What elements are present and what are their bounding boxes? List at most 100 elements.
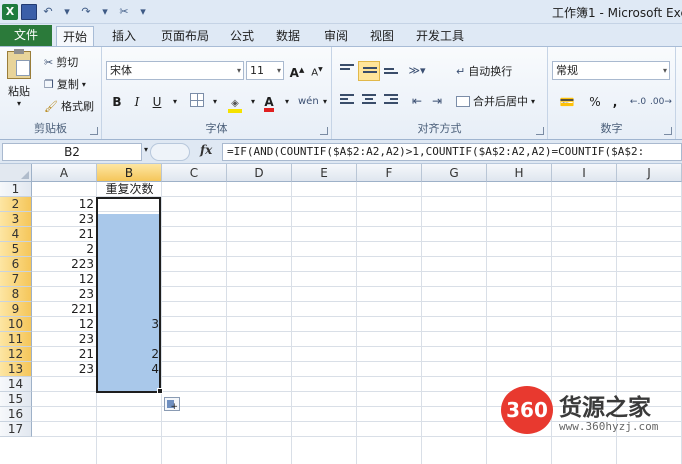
phonetic-button[interactable]: wén bbox=[298, 93, 319, 111]
cell-a13[interactable]: 23 bbox=[32, 362, 97, 377]
cell-a4[interactable]: 21 bbox=[32, 227, 97, 242]
border-dropdown-icon[interactable]: ▾ bbox=[206, 93, 224, 111]
redo-dropdown-icon[interactable]: ▾ bbox=[97, 4, 113, 20]
accounting-format-button[interactable]: 💳 bbox=[554, 93, 580, 111]
name-box-dropdown-icon[interactable]: ▾ bbox=[144, 145, 148, 154]
align-middle-button[interactable] bbox=[358, 61, 380, 81]
cut-button[interactable]: ✂ 剪切 bbox=[44, 53, 78, 71]
cell-a7[interactable]: 12 bbox=[32, 272, 97, 287]
row-header-17[interactable]: 17 bbox=[0, 422, 32, 437]
tab-insert[interactable]: 插入 bbox=[106, 26, 142, 46]
name-box[interactable]: B2 bbox=[2, 143, 142, 161]
formula-bar-resize-icon[interactable] bbox=[150, 143, 190, 161]
align-center-button[interactable] bbox=[358, 91, 380, 111]
undo-dropdown-icon[interactable]: ▾ bbox=[59, 4, 75, 20]
select-all-corner[interactable] bbox=[0, 164, 32, 182]
clipboard-launcher-icon[interactable] bbox=[90, 127, 98, 135]
underline-dropdown-icon[interactable]: ▾ bbox=[166, 93, 184, 111]
column-header-h[interactable]: H bbox=[487, 164, 552, 182]
underline-button[interactable]: U bbox=[148, 93, 166, 111]
cell-b4[interactable] bbox=[97, 227, 162, 242]
row-header-10[interactable]: 10 bbox=[0, 317, 32, 332]
cell-a2[interactable]: 12 bbox=[32, 197, 97, 212]
cell-a10[interactable]: 12 bbox=[32, 317, 97, 332]
format-painter-button[interactable]: 🖌 格式刷 bbox=[44, 97, 94, 115]
number-launcher-icon[interactable] bbox=[664, 127, 672, 135]
autofill-options-icon[interactable] bbox=[164, 397, 180, 412]
shrink-font-button[interactable]: A▼ bbox=[308, 61, 326, 79]
insert-function-icon[interactable]: fx bbox=[200, 143, 212, 157]
tab-review[interactable]: 审阅 bbox=[318, 26, 354, 46]
row-header-16[interactable]: 16 bbox=[0, 407, 32, 422]
formula-input[interactable]: =IF(AND(COUNTIF($A$2:A2,A2)>1,COUNTIF($A… bbox=[222, 143, 682, 161]
cell-a9[interactable]: 221 bbox=[32, 302, 97, 317]
column-header-e[interactable]: E bbox=[292, 164, 357, 182]
copy-button[interactable]: ❐ 复制 ▾ bbox=[44, 75, 86, 93]
border-button[interactable] bbox=[188, 93, 206, 111]
wrap-text-button[interactable]: ↵ 自动换行 bbox=[456, 62, 512, 80]
tab-formulas[interactable]: 公式 bbox=[224, 26, 260, 46]
row-header-11[interactable]: 11 bbox=[0, 332, 32, 347]
tab-view[interactable]: 视图 bbox=[364, 26, 400, 46]
row-header-13[interactable]: 13 bbox=[0, 362, 32, 377]
row-header-15[interactable]: 15 bbox=[0, 392, 32, 407]
bold-button[interactable]: B bbox=[108, 93, 126, 111]
number-format-combo[interactable]: 常规 ▾ bbox=[552, 61, 670, 80]
cell-b5[interactable] bbox=[97, 242, 162, 257]
percent-button[interactable]: % bbox=[586, 93, 604, 111]
column-header-d[interactable]: D bbox=[227, 164, 292, 182]
italic-button[interactable]: I bbox=[128, 93, 146, 111]
cell-b10[interactable]: 3 bbox=[97, 317, 162, 332]
undo-icon[interactable]: ↶ bbox=[40, 4, 56, 20]
row-header-9[interactable]: 9 bbox=[0, 302, 32, 317]
tab-page-layout[interactable]: 页面布局 bbox=[156, 26, 214, 46]
column-header-b[interactable]: B bbox=[97, 164, 162, 182]
column-header-g[interactable]: G bbox=[422, 164, 487, 182]
row-header-1[interactable]: 1 bbox=[0, 182, 32, 197]
font-launcher-icon[interactable] bbox=[320, 127, 328, 135]
column-header-f[interactable]: F bbox=[357, 164, 422, 182]
cell-b8[interactable] bbox=[97, 287, 162, 302]
cell-b6[interactable] bbox=[97, 257, 162, 272]
tab-developer[interactable]: 开发工具 bbox=[410, 26, 470, 46]
paste-button[interactable]: 粘贴 ▾ bbox=[4, 49, 34, 108]
column-header-i[interactable]: I bbox=[552, 164, 617, 182]
increase-decimal-button[interactable]: ←.0 bbox=[628, 93, 648, 111]
orientation-button[interactable]: ≫▾ bbox=[408, 62, 426, 80]
font-color-button[interactable]: A bbox=[260, 93, 278, 112]
align-right-button[interactable] bbox=[380, 91, 402, 111]
grow-font-button[interactable]: A▲ bbox=[288, 61, 306, 80]
cell-a6[interactable]: 223 bbox=[32, 257, 97, 272]
save-icon[interactable] bbox=[21, 4, 37, 20]
cell-a12[interactable]: 21 bbox=[32, 347, 97, 362]
cell-b9[interactable] bbox=[97, 302, 162, 317]
cell-b11[interactable] bbox=[97, 332, 162, 347]
row-header-4[interactable]: 4 bbox=[0, 227, 32, 242]
cell-a11[interactable]: 23 bbox=[32, 332, 97, 347]
row-header-12[interactable]: 12 bbox=[0, 347, 32, 362]
cell-a8[interactable]: 23 bbox=[32, 287, 97, 302]
row-header-3[interactable]: 3 bbox=[0, 212, 32, 227]
increase-indent-button[interactable]: ⇥ bbox=[428, 92, 446, 110]
tab-file[interactable]: 文件 bbox=[0, 25, 52, 46]
align-left-button[interactable] bbox=[336, 91, 358, 111]
decrease-decimal-button[interactable]: .00→ bbox=[650, 93, 672, 111]
fill-handle[interactable] bbox=[157, 388, 163, 394]
cell-b12[interactable]: 2 bbox=[97, 347, 162, 362]
merge-center-button[interactable]: 合并后居中 ▾ bbox=[456, 92, 535, 110]
decrease-indent-button[interactable]: ⇤ bbox=[408, 92, 426, 110]
column-header-a[interactable]: A bbox=[32, 164, 97, 182]
cell-b1-header[interactable]: 重复次数 bbox=[97, 182, 162, 197]
align-top-button[interactable] bbox=[336, 61, 358, 81]
comma-button[interactable]: , bbox=[606, 93, 624, 111]
font-size-combo[interactable]: 11 ▾ bbox=[246, 61, 284, 80]
align-bottom-button[interactable] bbox=[380, 61, 402, 81]
customize-toolbar-icon[interactable]: ✂ bbox=[116, 4, 132, 20]
row-header-6[interactable]: 6 bbox=[0, 257, 32, 272]
fill-color-button[interactable]: ◈ bbox=[226, 93, 244, 113]
font-color-dropdown-icon[interactable]: ▾ bbox=[278, 93, 296, 111]
column-header-j[interactable]: J bbox=[617, 164, 682, 182]
cell-b13[interactable]: 4 bbox=[97, 362, 162, 377]
tab-data[interactable]: 数据 bbox=[270, 26, 306, 46]
cell-a3[interactable]: 23 bbox=[32, 212, 97, 227]
